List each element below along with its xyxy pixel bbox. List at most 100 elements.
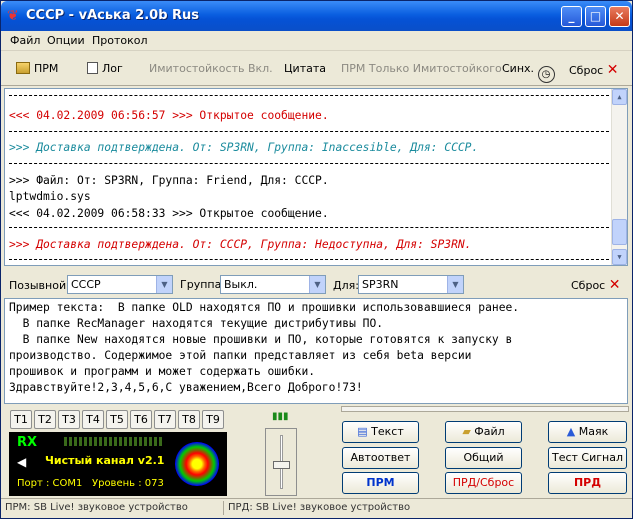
log-separator xyxy=(9,95,609,96)
log-line: lptwdmio.sys xyxy=(9,190,91,203)
menu-bar: Файл Опции Протокол xyxy=(1,31,632,51)
toolbar-prm-button[interactable]: ПРМ xyxy=(16,62,58,75)
file-button-label: Файл xyxy=(474,425,505,438)
beacon-button-label: Маяк xyxy=(578,425,609,438)
level-readout: Уровень : 073 xyxy=(92,478,164,489)
rx-indicator: RX xyxy=(17,435,38,450)
toolbar: ПРМ Лог Имитостойкость Вкл. Цитата ПРМ Т… xyxy=(1,52,632,86)
log-line: >>> Доставка подтверждена. От: СССР, Гру… xyxy=(9,238,472,251)
chevron-down-icon[interactable]: ▼ xyxy=(156,276,172,293)
toolbar-log-button[interactable]: Лог xyxy=(87,62,123,75)
port-readout: Порт : COM1 xyxy=(17,478,83,489)
compose-line: Здравствуйте!2,3,4,5,6,С уважением,Всего… xyxy=(9,381,363,394)
app-icon: ❦ xyxy=(7,8,19,24)
template-key-t9[interactable]: T9 xyxy=(202,410,224,429)
toolbar-sync-button[interactable]: Синх. ◷ xyxy=(502,62,555,83)
scroll-thumb[interactable] xyxy=(612,219,627,245)
constellation-icon xyxy=(175,442,219,486)
window-title: СССР - vАська 2.0b Rus xyxy=(26,8,200,23)
prd-reset-button[interactable]: ПРД/Сброс xyxy=(445,472,522,494)
template-key-t7[interactable]: T7 xyxy=(154,410,176,429)
compose-line: прошивок и программ и может содержать ош… xyxy=(9,365,316,378)
status-display: RX ◀ Чистый канал v2.1 Порт : COM1 Урове… xyxy=(9,432,227,496)
beacon-icon: ▲ xyxy=(566,425,576,438)
slider-thumb[interactable] xyxy=(273,461,290,469)
channel-name: Чистый канал v2.1 xyxy=(45,454,165,467)
template-key-t3[interactable]: T3 xyxy=(58,410,80,429)
template-key-t5[interactable]: T5 xyxy=(106,410,128,429)
log-scrollbar[interactable]: ▲ ▼ xyxy=(611,89,627,265)
toolbar-reset-label: Сброс xyxy=(569,64,604,77)
callsign-select[interactable]: СССР ▼ xyxy=(67,275,173,294)
red-x-icon: ✕ xyxy=(606,62,619,78)
general-call-button[interactable]: Общий Вызов xyxy=(445,447,522,484)
menu-file[interactable]: Файл xyxy=(10,34,40,47)
text-button[interactable]: ▤ Текст xyxy=(342,421,419,443)
scroll-up-icon[interactable]: ▲ xyxy=(612,89,627,105)
file-button[interactable]: ▰ Файл xyxy=(445,421,522,443)
close-button[interactable]: ✕ xyxy=(609,6,630,27)
log-icon xyxy=(87,62,98,74)
address-bar: Позывной:* СССР▼ Группа: Выкл.▼ Для:* SP… xyxy=(1,272,632,296)
to-select[interactable]: SP3RN ▼ xyxy=(358,275,464,294)
speaker-icon[interactable]: ◀ xyxy=(17,455,26,469)
red-x-icon: ✕ xyxy=(608,277,621,293)
template-key-t4[interactable]: T4 xyxy=(82,410,104,429)
control-panel: T1 T2 T3 T4 T5 T6 T7 T8 T9 RX ◀ Чистый к… xyxy=(1,406,632,498)
test-signal-button[interactable]: Тест Сигнал xyxy=(548,447,627,469)
log-line: <<< 04.02.2009 06:56:57 >>> Открытое соо… xyxy=(9,109,329,122)
app-window: ❦ СССР - vАська 2.0b Rus _ □ ✕ Файл Опци… xyxy=(0,0,633,519)
group-select[interactable]: Выкл. ▼ xyxy=(220,275,326,294)
toolbar-log-label: Лог xyxy=(102,62,123,75)
toolbar-imito-button[interactable]: Имитостойкость Вкл. xyxy=(149,62,273,75)
scroll-down-icon[interactable]: ▼ xyxy=(612,249,627,265)
menu-protocol[interactable]: Протокол xyxy=(92,34,148,47)
toolbar-quote-button[interactable]: Цитата xyxy=(284,62,326,75)
prm-button[interactable]: ПРМ xyxy=(342,472,419,494)
toolbar-prm-label: ПРМ xyxy=(34,62,59,75)
rx-device-status: ПРМ: SB Live! звуковое устройство xyxy=(5,502,188,513)
log-separator xyxy=(9,259,609,260)
address-reset-button[interactable]: Сброс ✕ xyxy=(571,277,620,293)
clock-icon: ◷ xyxy=(537,66,555,83)
to-value: SP3RN xyxy=(362,278,399,291)
group-label: Группа: xyxy=(180,278,226,291)
progress-bar xyxy=(341,406,629,412)
level-meter xyxy=(64,437,164,446)
minimize-button[interactable]: _ xyxy=(561,6,582,27)
compose-line: Пример текста: В папке OLD находятся ПО … xyxy=(9,301,520,314)
log-line: >>> Доставка подтверждена. От: SP3RN, Гр… xyxy=(9,141,479,154)
autoreply-button[interactable]: Автоответ xyxy=(342,447,419,469)
log-separator xyxy=(9,227,609,228)
template-key-t2[interactable]: T2 xyxy=(34,410,56,429)
toolbar-sync-label: Синх. xyxy=(502,62,535,75)
toolbar-reset-button[interactable]: Сброс ✕ xyxy=(569,62,618,78)
tx-device-status: ПРД: SB Live! звуковое устройство xyxy=(228,502,411,513)
menu-options[interactable]: Опции xyxy=(47,34,85,47)
document-icon: ▤ xyxy=(357,425,368,438)
volume-meter-icon: ▮▮▮ xyxy=(272,411,289,422)
volume-slider[interactable] xyxy=(265,428,297,496)
template-key-t6[interactable]: T6 xyxy=(130,410,152,429)
status-bar: ПРМ: SB Live! звуковое устройство ПРД: S… xyxy=(1,498,632,518)
address-reset-label: Сброс xyxy=(571,279,606,292)
group-value: Выкл. xyxy=(224,278,258,291)
log-line: >>> Файл: От: SP3RN, Группа: Friend, Для… xyxy=(9,174,329,187)
compose-text-area[interactable]: Пример текста: В папке OLD находятся ПО … xyxy=(4,298,628,404)
compose-line: В папке New находятся новые прошивки и П… xyxy=(9,333,513,346)
log-separator xyxy=(9,131,609,132)
text-button-label: Текст xyxy=(371,425,404,438)
compose-line: В папке RecManager находятся текущие дис… xyxy=(9,317,384,330)
message-log[interactable]: <<< 04.02.2009 06:56:57 >>> Открытое соо… xyxy=(4,88,628,266)
log-line: <<< 04.02.2009 06:58:33 >>> Открытое соо… xyxy=(9,207,329,220)
maximize-button[interactable]: □ xyxy=(585,6,606,27)
toolbar-prm-only-button[interactable]: ПРМ Только Имитостойкого xyxy=(341,62,502,75)
prd-button[interactable]: ПРД xyxy=(548,472,627,494)
title-bar[interactable]: ❦ СССР - vАська 2.0b Rus _ □ ✕ xyxy=(1,1,632,31)
chevron-down-icon[interactable]: ▼ xyxy=(309,276,325,293)
chevron-down-icon[interactable]: ▼ xyxy=(447,276,463,293)
callsign-label: Позывной:* xyxy=(9,278,74,292)
template-key-t8[interactable]: T8 xyxy=(178,410,200,429)
template-key-t1[interactable]: T1 xyxy=(10,410,32,429)
beacon-button[interactable]: ▲ Маяк xyxy=(548,421,627,443)
